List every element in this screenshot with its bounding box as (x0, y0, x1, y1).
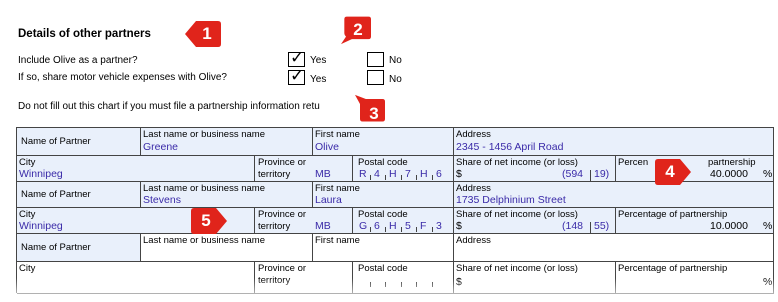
share-yes-label: Yes (310, 74, 327, 85)
callout-2-number: 2 (353, 20, 363, 39)
province-value: MB (315, 220, 331, 232)
address-field[interactable]: Address 1735 Delphinium Street (454, 182, 774, 208)
include-no-label: No (389, 55, 402, 66)
question-include-partner: Include Olive as a partner? (18, 55, 138, 66)
first-name-value: Laura (315, 194, 342, 206)
first-name-field[interactable]: First name Olive (313, 128, 454, 156)
callout-4-number: 4 (665, 162, 675, 181)
address-field[interactable]: Address 2345 - 1456 April Road (454, 128, 774, 156)
share-cents-value: 55) (594, 220, 610, 232)
city-field[interactable]: City Winnipeg (17, 156, 255, 182)
percentage-value: 40.0000 (710, 168, 748, 180)
callout-5-number: 5 (201, 211, 211, 230)
first-name-field[interactable]: First name Laura (313, 182, 454, 208)
notice-text: Do not fill out this chart if you must f… (18, 101, 320, 112)
postal-code-field[interactable]: Postal code G 6 H 5 F 3 (353, 208, 454, 234)
address-value: 2345 - 1456 April Road (456, 141, 564, 153)
checkmark-icon: ✓ (290, 48, 305, 67)
callout-1-number: 1 (202, 24, 212, 43)
postal-code-field[interactable]: Postal code R 4 H 7 H 6 (353, 156, 454, 182)
question-share-vehicle: If so, share motor vehicle expenses with… (18, 72, 227, 83)
share-no-checkbox[interactable] (367, 70, 384, 85)
bottom-fade (0, 278, 778, 302)
last-name-field[interactable]: Last name or business name Greene (141, 128, 313, 156)
share-no-label: No (389, 74, 402, 85)
name-of-partner-cell: Name of Partner (17, 128, 141, 156)
last-name-value: Greene (143, 141, 179, 153)
first-name-value: Olive (315, 141, 339, 153)
share-dollars-value: (594 (562, 168, 584, 180)
share-net-income-field[interactable]: Share of net income (or loss) $ (594 19) (454, 156, 616, 182)
checkmark-icon: ✓ (290, 66, 305, 85)
callout-3-number: 3 (369, 104, 379, 123)
section-title: Details of other partners (18, 28, 151, 40)
last-name-value: Stevens (143, 194, 181, 206)
address-value: 1735 Delphinium Street (456, 194, 566, 206)
first-name-field[interactable]: First name (313, 234, 454, 262)
name-of-partner-cell: Name of Partner (17, 182, 141, 208)
share-yes-checkbox[interactable]: ✓ (288, 66, 305, 85)
partners-table: Name of Partner Last name or business na… (16, 127, 774, 294)
percentage-field[interactable]: Percentage of partnership 10.0000 % (616, 208, 774, 234)
last-name-field[interactable]: Last name or business name (141, 234, 313, 262)
province-field[interactable]: Province or territory MB (255, 156, 353, 182)
percentage-field[interactable]: Percen partnership 40.0000 % (616, 156, 774, 182)
share-dollars-value: (148 (562, 220, 584, 232)
percentage-value: 10.0000 (710, 220, 748, 232)
include-yes-checkbox[interactable]: ✓ (288, 48, 305, 67)
city-value: Winnipeg (19, 220, 63, 232)
include-no-checkbox[interactable] (367, 52, 384, 67)
share-net-income-field[interactable]: Share of net income (or loss) $ (148 55) (454, 208, 616, 234)
last-name-field[interactable]: Last name or business name Stevens (141, 182, 313, 208)
include-yes-label: Yes (310, 55, 327, 66)
name-of-partner-cell: Name of Partner (17, 234, 141, 262)
province-value: MB (315, 168, 331, 180)
city-value: Winnipeg (19, 168, 63, 180)
share-cents-value: 19) (594, 168, 610, 180)
address-field[interactable]: Address (454, 234, 774, 262)
province-field[interactable]: Province or territory MB (255, 208, 353, 234)
